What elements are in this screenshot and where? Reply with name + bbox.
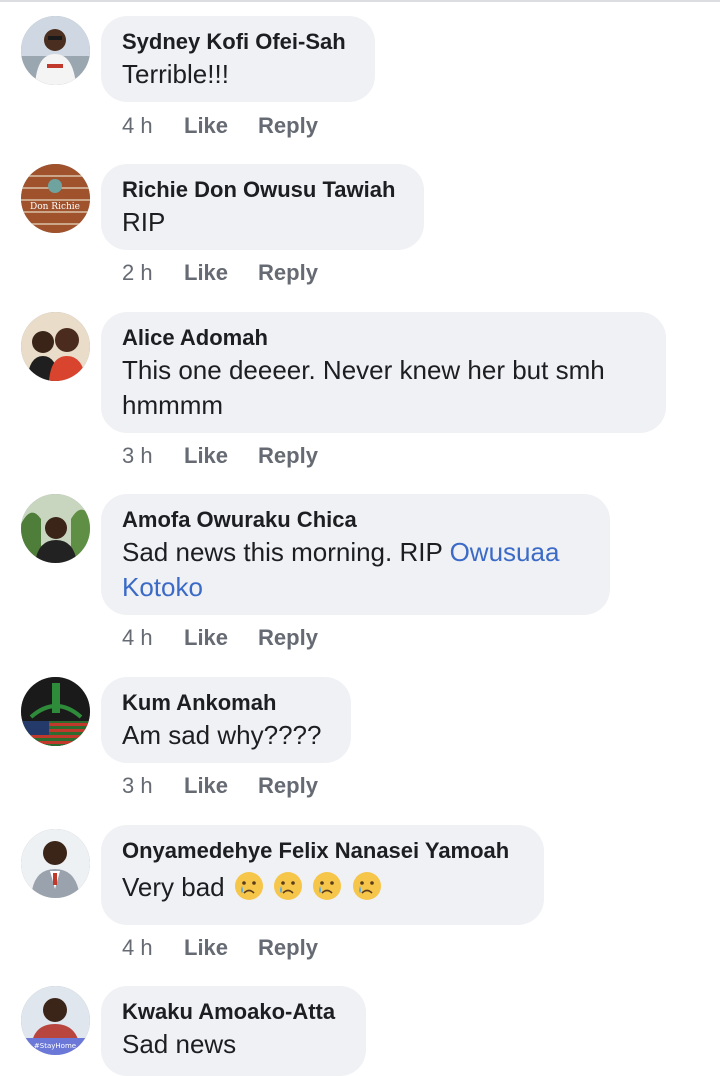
comment-text: Very bad bbox=[122, 870, 523, 905]
avatar-logo-text: Don Richie bbox=[30, 202, 80, 212]
avatar-badge-text: #StayHome bbox=[34, 1042, 76, 1050]
reply-button[interactable]: Reply bbox=[258, 773, 318, 799]
like-button[interactable]: Like bbox=[184, 773, 228, 799]
comment-author[interactable]: Kwaku Amoako-Atta bbox=[122, 999, 345, 1025]
comment-text: Sad news this morning. RIP Owusuaa Kotok… bbox=[122, 535, 589, 605]
avatar[interactable] bbox=[21, 312, 90, 381]
comment-bubble: Kum Ankomah Am sad why???? bbox=[101, 677, 351, 763]
comment-actions: 4 h Like Reply bbox=[122, 935, 318, 961]
comment-bubble: Sydney Kofi Ofei-Sah Terrible!!! bbox=[101, 16, 375, 102]
comment-time[interactable]: 3 h bbox=[122, 773, 184, 799]
avatar[interactable] bbox=[21, 494, 90, 563]
comment-time[interactable]: 4 h bbox=[122, 113, 184, 139]
like-button[interactable]: Like bbox=[184, 113, 228, 139]
avatar[interactable] bbox=[21, 677, 90, 746]
crying-face-icon bbox=[313, 872, 342, 900]
comment-actions: 3 h Like Reply bbox=[122, 443, 318, 469]
comment-actions: 4 h Like Reply bbox=[122, 625, 318, 651]
comment-bubble: Amofa Owuraku Chica Sad news this mornin… bbox=[101, 494, 610, 615]
comment-text-body: Sad news this morning. RIP bbox=[122, 537, 450, 567]
comment-author[interactable]: Sydney Kofi Ofei-Sah bbox=[122, 29, 354, 55]
comment-time[interactable]: 4 h bbox=[122, 625, 184, 651]
comment-author[interactable]: Alice Adomah bbox=[122, 325, 645, 351]
comment-bubble: Kwaku Amoako-Atta Sad news bbox=[101, 986, 366, 1076]
like-button[interactable]: Like bbox=[184, 625, 228, 651]
avatar[interactable]: #StayHome bbox=[21, 986, 90, 1055]
comment-bubble: Onyamedehye Felix Nanasei Yamoah Very ba… bbox=[101, 825, 544, 925]
reply-button[interactable]: Reply bbox=[258, 113, 318, 139]
comment-bubble: Richie Don Owusu Tawiah RIP bbox=[101, 164, 424, 250]
comment-text: Am sad why???? bbox=[122, 720, 322, 750]
comment-actions: 4 h Like Reply bbox=[122, 113, 318, 139]
comment-text: This one deeeer. Never knew her but smh … bbox=[122, 355, 605, 420]
crying-face-icon bbox=[274, 872, 303, 900]
comment-time[interactable]: 3 h bbox=[122, 443, 184, 469]
comment-time[interactable]: 4 h bbox=[122, 935, 184, 961]
crying-face-icon bbox=[352, 872, 381, 900]
like-button[interactable]: Like bbox=[184, 260, 228, 286]
emoji-group bbox=[232, 872, 382, 902]
avatar[interactable] bbox=[21, 829, 90, 898]
top-divider bbox=[0, 0, 720, 2]
like-button[interactable]: Like bbox=[184, 935, 228, 961]
reply-button[interactable]: Reply bbox=[258, 625, 318, 651]
comment-author[interactable]: Kum Ankomah bbox=[122, 690, 330, 716]
reply-button[interactable]: Reply bbox=[258, 935, 318, 961]
comment-actions: 3 h Like Reply bbox=[122, 773, 318, 799]
comment-text-body: Very bad bbox=[122, 872, 225, 902]
crying-face-icon bbox=[234, 872, 263, 900]
comment-author[interactable]: Onyamedehye Felix Nanasei Yamoah bbox=[122, 838, 523, 864]
comment-author[interactable]: Richie Don Owusu Tawiah bbox=[122, 177, 403, 203]
comment-text: RIP bbox=[122, 207, 166, 237]
comment-actions: 2 h Like Reply bbox=[122, 260, 318, 286]
avatar[interactable]: Don Richie bbox=[21, 164, 90, 233]
comment-author[interactable]: Amofa Owuraku Chica bbox=[122, 507, 589, 533]
comment-time[interactable]: 2 h bbox=[122, 260, 184, 286]
like-button[interactable]: Like bbox=[184, 443, 228, 469]
comment-text: Terrible!!! bbox=[122, 59, 229, 89]
comment-bubble: Alice Adomah This one deeeer. Never knew… bbox=[101, 312, 666, 433]
reply-button[interactable]: Reply bbox=[258, 443, 318, 469]
reply-button[interactable]: Reply bbox=[258, 260, 318, 286]
avatar[interactable] bbox=[21, 16, 90, 85]
comment-text: Sad news bbox=[122, 1029, 237, 1059]
